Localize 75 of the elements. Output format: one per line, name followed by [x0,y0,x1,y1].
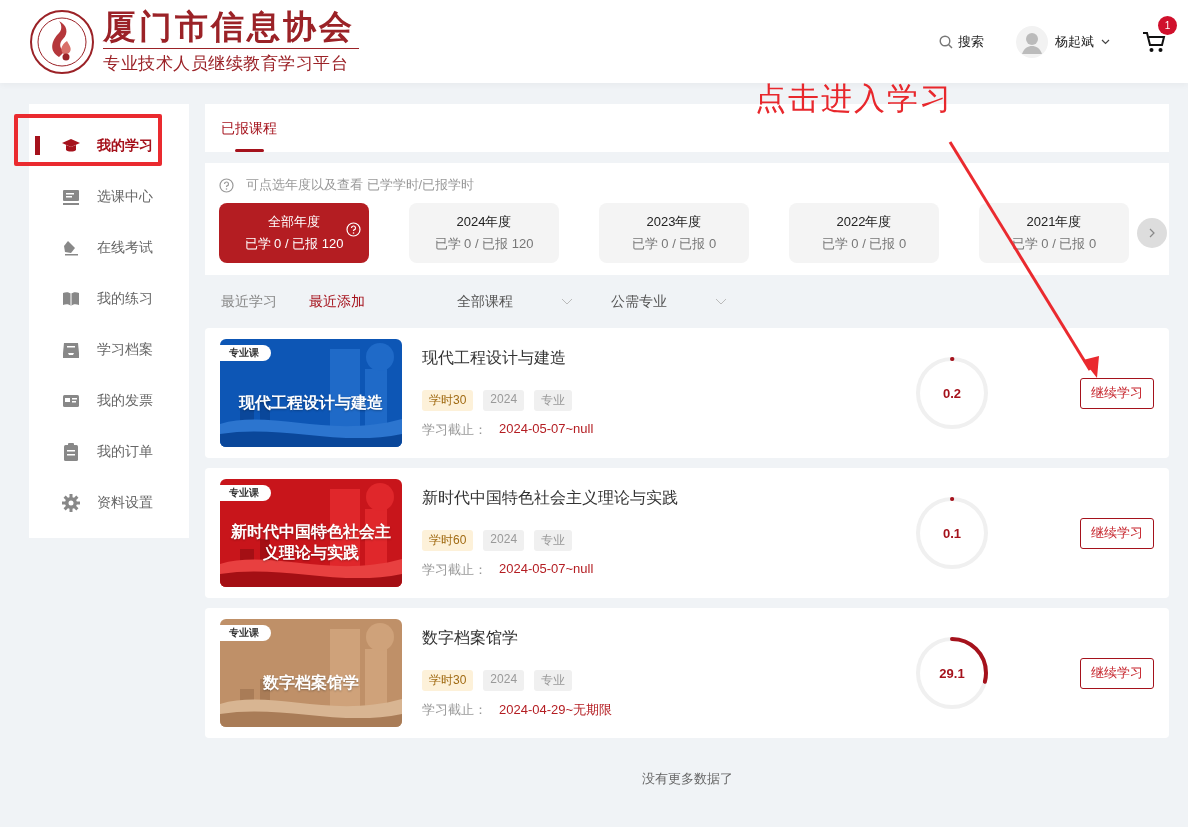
settings-icon [61,492,81,513]
help-icon[interactable] [346,222,361,237]
sort-tab[interactable]: 最近添加 [309,292,365,311]
callout-text: 点击进入学习 [755,80,953,118]
progress-value: 0.1 [941,524,963,543]
hint-text: 可点选年度以及查看 已学学时/已报学时 [246,176,475,194]
year-stats: 已学 0 / 已报 120 [244,235,344,253]
cover-title: 数字档案馆学 [263,672,359,693]
next-button[interactable] [1137,218,1167,248]
continue-button[interactable]: 继续学习 [1080,657,1154,689]
course-tag: 2024 [483,529,525,551]
course-tag: 专业 [534,529,573,551]
cart-icon[interactable] [1142,29,1166,54]
avatar-icon[interactable] [1016,25,1048,58]
continue-button[interactable]: 继续学习 [1080,517,1154,549]
year-card[interactable]: 2022年度 已学 0 / 已报 0 [789,203,939,263]
course-tag: 学时60 [422,529,474,551]
deadline-label: 学习截止： [422,700,487,719]
year-card[interactable]: 2023年度 已学 0 / 已报 0 [599,203,749,263]
active-indicator [35,136,40,155]
chevron-right-icon [1149,228,1155,238]
progress-value: 0.2 [941,384,963,403]
year-label: 2022年度 [836,213,892,231]
deadline-label: 学习截止： [422,560,487,579]
year-stats: 已学 0 / 已报 120 [434,235,534,253]
search-icon [939,34,953,49]
year-label: 2024年度 [456,213,512,231]
deadline-label: 学习截止： [422,420,487,439]
clipboard-icon [61,441,81,462]
user-name[interactable]: 杨起斌 [1055,32,1094,51]
course-title[interactable]: 现代工程设计与建造 [422,347,915,369]
sidebar-item[interactable]: 学习档案 [29,324,189,375]
sidebar-item[interactable]: 资料设置 [29,477,189,528]
sidebar-item[interactable]: 我的发票 [29,375,189,426]
sidebar-item[interactable]: 我的订单 [29,426,189,477]
course-tag: 专业 [534,669,573,691]
course-type-label: 专业课 [220,345,271,361]
year-card[interactable]: 2024年度 已学 0 / 已报 120 [409,203,559,263]
course-type-label: 专业课 [220,625,271,641]
course-tag: 2024 [483,669,525,691]
year-label: 全部年度 [268,213,320,231]
dropdown[interactable]: 公需专业 [611,292,667,311]
deadline-value: 2024-05-07~null [499,560,594,578]
sidebar-item[interactable]: 我的学习 [29,120,189,171]
sidebar-item[interactable]: 在线考试 [29,222,189,273]
course-type-label: 专业课 [220,485,271,501]
search-link[interactable]: 搜索 [939,32,984,51]
deadline-value: 2024-04-29~无期限 [499,700,613,719]
org-name: 厦门市信息协会 [103,8,359,49]
deadline-value: 2024-05-07~null [499,420,594,438]
course-title[interactable]: 数字档案馆学 [422,627,915,649]
progress-value: 29.1 [938,664,966,683]
help-icon [219,177,234,193]
platform-name: 专业技术人员继续教育学习平台 [103,53,349,75]
course-title[interactable]: 新时代中国特色社会主义理论与实践 [422,487,915,509]
continue-button[interactable]: 继续学习 [1080,377,1154,409]
cover-title: 新时代中国特色社会主义理论与实践 [230,522,392,563]
year-label: 2021年度 [1026,213,1082,231]
sidebar-item[interactable]: 我的练习 [29,273,189,324]
cover-title: 现代工程设计与建造 [239,392,383,413]
tab[interactable]: 已报课程 [221,104,277,152]
course-tag: 专业 [534,389,573,411]
caret-icon[interactable] [1101,38,1110,45]
dropdown[interactable]: 全部课程 [457,292,513,311]
logo-icon [29,8,95,75]
sidebar-item[interactable]: 选课中心 [29,171,189,222]
course-tag: 学时30 [422,669,474,691]
course-tag: 学时30 [422,389,474,411]
year-stats: 已学 0 / 已报 0 [821,235,907,253]
year-card[interactable]: 全部年度 已学 0 / 已报 120 [219,203,369,263]
cart-count-badge: 1 [1158,15,1177,35]
course-tag: 2024 [483,389,525,411]
year-stats: 已学 0 / 已报 0 [631,235,717,253]
year-label: 2023年度 [646,213,702,231]
no-more-data-text: 没有更多数据了 [640,770,734,788]
